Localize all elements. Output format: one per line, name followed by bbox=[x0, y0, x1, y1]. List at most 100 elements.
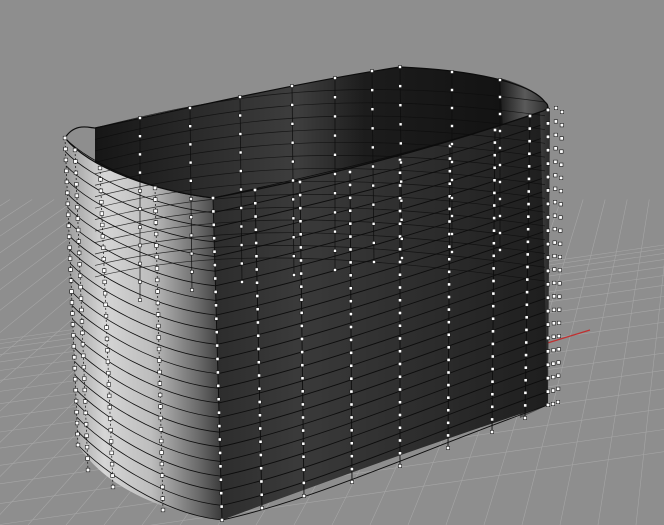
control-point bbox=[300, 376, 305, 381]
control-point bbox=[349, 325, 353, 329]
control-point bbox=[557, 320, 562, 325]
control-point bbox=[526, 239, 530, 244]
control-point bbox=[398, 438, 402, 443]
control-point bbox=[103, 302, 108, 307]
control-point bbox=[523, 390, 528, 395]
control-point bbox=[299, 258, 303, 263]
control-point bbox=[214, 330, 219, 335]
control-point bbox=[545, 175, 550, 180]
control-point bbox=[80, 330, 85, 335]
control-point bbox=[370, 107, 375, 111]
control-point bbox=[492, 140, 497, 145]
control-point bbox=[556, 373, 561, 378]
control-point bbox=[259, 466, 264, 471]
control-point bbox=[398, 387, 402, 392]
control-point bbox=[552, 280, 557, 285]
control-point bbox=[559, 123, 564, 128]
control-point bbox=[101, 257, 106, 262]
control-point bbox=[102, 268, 107, 273]
control-point bbox=[447, 219, 452, 224]
control-point bbox=[156, 346, 162, 352]
control-point bbox=[558, 228, 563, 233]
control-point bbox=[552, 267, 557, 272]
control-point bbox=[490, 354, 495, 359]
control-point bbox=[545, 376, 550, 381]
control-point bbox=[552, 213, 557, 218]
control-point bbox=[218, 477, 223, 482]
control-point bbox=[78, 296, 84, 301]
control-point bbox=[370, 126, 375, 131]
control-point bbox=[257, 373, 261, 378]
control-point bbox=[446, 433, 450, 438]
control-point bbox=[545, 121, 550, 126]
control-point bbox=[545, 215, 550, 220]
control-point bbox=[398, 451, 402, 456]
control-point bbox=[219, 504, 224, 509]
control-point bbox=[71, 344, 76, 349]
control-point bbox=[498, 146, 502, 150]
control-point bbox=[398, 464, 402, 468]
control-point bbox=[525, 252, 530, 257]
control-point bbox=[490, 392, 495, 397]
control-point bbox=[398, 425, 402, 430]
control-point bbox=[106, 370, 111, 376]
control-point bbox=[398, 374, 402, 379]
control-point bbox=[189, 233, 194, 238]
control-point bbox=[256, 347, 261, 351]
control-point bbox=[398, 311, 402, 315]
control-point bbox=[217, 410, 221, 415]
control-point bbox=[491, 329, 495, 334]
control-point bbox=[154, 231, 159, 237]
control-point bbox=[559, 175, 564, 180]
control-point bbox=[348, 221, 353, 226]
control-point bbox=[398, 84, 403, 88]
control-point bbox=[300, 363, 305, 368]
control-point bbox=[258, 413, 262, 418]
control-point bbox=[447, 244, 452, 249]
control-point bbox=[138, 116, 142, 120]
control-point bbox=[73, 159, 78, 164]
control-point bbox=[524, 328, 529, 332]
control-point bbox=[492, 165, 497, 170]
control-point bbox=[258, 439, 263, 444]
control-point bbox=[333, 249, 337, 253]
control-point bbox=[155, 289, 160, 294]
control-point bbox=[490, 404, 495, 409]
control-point bbox=[551, 388, 556, 393]
control-point bbox=[559, 110, 564, 115]
control-point bbox=[255, 294, 260, 298]
control-point bbox=[398, 336, 402, 341]
control-point bbox=[212, 236, 217, 241]
control-point bbox=[301, 467, 306, 472]
control-point bbox=[492, 178, 497, 183]
control-point bbox=[524, 302, 529, 307]
control-point bbox=[556, 360, 561, 365]
control-point bbox=[492, 191, 497, 195]
control-point bbox=[85, 456, 90, 461]
control-point bbox=[398, 272, 402, 277]
control-point bbox=[105, 359, 110, 364]
rounded-box-surface[interactable] bbox=[62, 65, 564, 522]
control-point bbox=[551, 321, 556, 326]
control-point bbox=[348, 208, 353, 213]
control-point bbox=[108, 427, 113, 433]
control-point bbox=[498, 163, 502, 167]
control-point bbox=[159, 450, 164, 455]
rhino-perspective-viewport[interactable] bbox=[0, 0, 664, 525]
control-point bbox=[160, 507, 166, 513]
control-point bbox=[371, 164, 375, 169]
control-point bbox=[398, 247, 402, 252]
control-point bbox=[102, 279, 107, 285]
control-point bbox=[450, 250, 454, 254]
control-point bbox=[138, 298, 142, 302]
control-point bbox=[107, 405, 112, 410]
control-point bbox=[75, 216, 80, 221]
control-point bbox=[110, 484, 116, 490]
control-point bbox=[349, 338, 353, 342]
control-point bbox=[398, 209, 402, 213]
control-point bbox=[348, 299, 353, 304]
control-point bbox=[492, 153, 497, 158]
control-point bbox=[76, 227, 81, 233]
control-point bbox=[299, 297, 304, 302]
3d-model-view[interactable] bbox=[0, 0, 664, 525]
